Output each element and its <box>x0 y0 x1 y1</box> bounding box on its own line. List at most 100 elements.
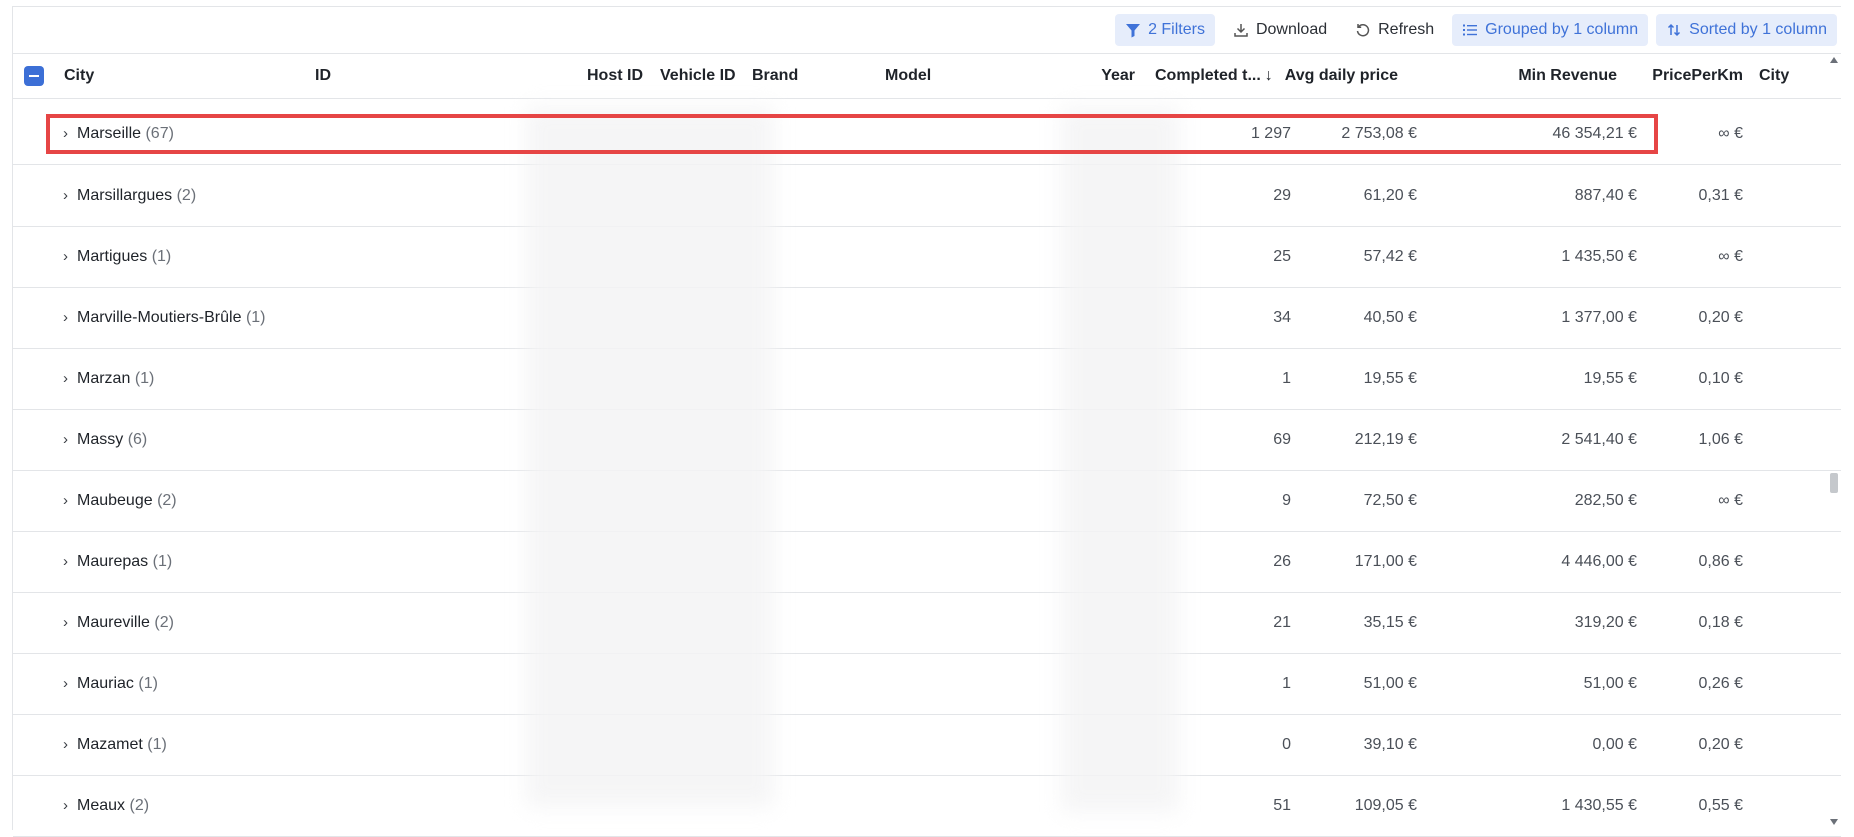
table-row[interactable]: › Martigues (1) 25 57,42 € 1 435,50 € ∞ € <box>13 226 1841 288</box>
scroll-down-icon[interactable] <box>1830 819 1838 825</box>
avg-daily-price-cell: 72,50 € <box>1363 492 1417 509</box>
list-icon <box>1463 24 1478 36</box>
group-cell[interactable]: › Meaux (2) <box>63 775 149 836</box>
min-revenue-cell: 319,20 € <box>1574 614 1637 631</box>
table-row[interactable]: › Meaux (2) 51 109,05 € 1 430,55 € 0,55 € <box>13 775 1841 837</box>
group-count: (1) <box>152 553 173 570</box>
table-row[interactable]: › Marville-Moutiers-Brûle (1) 34 40,50 € … <box>13 287 1841 349</box>
group-count: (1) <box>134 370 155 387</box>
table-row[interactable]: › Mauriac (1) 1 51,00 € 51,00 € 0,26 € <box>13 653 1841 715</box>
group-cell[interactable]: › Massy (6) <box>63 409 147 470</box>
avg-daily-price-cell: 57,42 € <box>1363 248 1417 265</box>
group-cell[interactable]: › Marville-Moutiers-Brûle (1) <box>63 287 266 348</box>
chevron-right-icon[interactable]: › <box>63 226 77 287</box>
group-count: (1) <box>151 248 172 265</box>
table-row[interactable]: › Maurepas (1) 26 171,00 € 4 446,00 € 0,8… <box>13 531 1841 593</box>
download-label: Download <box>1255 21 1328 38</box>
vertical-scrollbar[interactable] <box>1827 53 1841 829</box>
group-cell[interactable]: › Marseille (67) <box>63 103 174 164</box>
group-cell[interactable]: › Martigues (1) <box>63 226 171 287</box>
chevron-right-icon[interactable]: › <box>63 103 77 164</box>
group-cell[interactable]: › Marzan (1) <box>63 348 154 409</box>
table-row[interactable]: › Mazamet (1) 0 39,10 € 0,00 € 0,20 € <box>13 714 1841 776</box>
table-row[interactable]: › Marseille (67) 1 297 2 753,08 € 46 354,… <box>13 103 1841 165</box>
chevron-right-icon[interactable]: › <box>63 287 77 348</box>
table-row[interactable]: › Maubeuge (2) 9 72,50 € 282,50 € ∞ € <box>13 470 1841 532</box>
group-city: Marville-Moutiers-Brûle <box>77 309 242 326</box>
chevron-right-icon[interactable]: › <box>63 592 77 653</box>
refresh-icon <box>1356 24 1370 37</box>
group-cell[interactable]: › Mauriac (1) <box>63 653 158 714</box>
group-city: Martigues <box>77 248 148 265</box>
avg-daily-price-cell: 212,19 € <box>1354 431 1417 448</box>
price-per-km-cell: 0,18 € <box>1698 614 1743 631</box>
chevron-right-icon[interactable]: › <box>63 775 77 836</box>
column-header-city[interactable]: City <box>64 54 94 98</box>
completed-cell: 69 <box>1273 431 1291 448</box>
min-revenue-cell: 1 430,55 € <box>1561 797 1637 814</box>
column-header-price-per-km[interactable]: PricePerKm <box>1623 54 1743 98</box>
column-header-host-id[interactable]: Host ID <box>587 54 643 98</box>
grid-toolbar: 2 Filters Download Refresh Grouped by 1 … <box>13 7 1841 54</box>
group-city: Massy <box>77 431 124 448</box>
min-revenue-cell: 51,00 € <box>1583 675 1637 692</box>
group-city: Marseille <box>77 125 142 142</box>
refresh-button[interactable]: Refresh <box>1345 14 1444 46</box>
completed-cell: 51 <box>1273 797 1291 814</box>
table-row[interactable]: › Marzan (1) 1 19,55 € 19,55 € 0,10 € <box>13 348 1841 410</box>
chevron-right-icon[interactable]: › <box>63 470 77 531</box>
chevron-right-icon[interactable]: › <box>63 653 77 714</box>
download-button[interactable]: Download <box>1223 14 1337 46</box>
group-city: Maurepas <box>77 553 149 570</box>
group-cell[interactable]: › Maubeuge (2) <box>63 470 177 531</box>
column-header-min-revenue[interactable]: Min Revenue <box>1413 54 1617 98</box>
chevron-right-icon[interactable]: › <box>63 714 77 775</box>
group-count: (6) <box>127 431 148 448</box>
group-city: Meaux <box>77 797 126 814</box>
table-row[interactable]: › Maureville (2) 21 35,15 € 319,20 € 0,18… <box>13 592 1841 654</box>
price-per-km-cell: 0,20 € <box>1698 309 1743 326</box>
group-city: Marzan <box>77 370 131 387</box>
avg-daily-price-cell: 171,00 € <box>1354 553 1417 570</box>
sort-icon <box>1668 23 1681 37</box>
avg-daily-price-cell: 39,10 € <box>1363 736 1417 753</box>
chevron-right-icon[interactable]: › <box>63 348 77 409</box>
group-cell[interactable]: › Marsillargues (2) <box>63 165 196 226</box>
group-cell[interactable]: › Maureville (2) <box>63 592 174 653</box>
column-header-vehicle-id[interactable]: Vehicle ID <box>660 54 736 98</box>
scroll-up-icon[interactable] <box>1830 57 1838 63</box>
column-header-year[interactable]: Year <box>1013 54 1135 98</box>
table-row[interactable]: › Marsillargues (2) 29 61,20 € 887,40 € 0… <box>13 165 1841 227</box>
redacted-region <box>1061 107 1179 812</box>
group-cell[interactable]: › Mazamet (1) <box>63 714 167 775</box>
min-revenue-cell: 46 354,21 € <box>1552 125 1637 142</box>
avg-daily-price-cell: 109,05 € <box>1354 797 1417 814</box>
column-header-avg-daily-price[interactable]: Avg daily price <box>1213 54 1398 98</box>
column-header-model[interactable]: Model <box>885 54 931 98</box>
column-header-brand[interactable]: Brand <box>752 54 798 98</box>
chevron-right-icon[interactable]: › <box>63 531 77 592</box>
refresh-label: Refresh <box>1378 21 1435 38</box>
completed-cell: 1 297 <box>1250 125 1291 142</box>
min-revenue-cell: 887,40 € <box>1574 187 1637 204</box>
avg-daily-price-cell: 40,50 € <box>1363 309 1417 326</box>
group-city: Mazamet <box>77 736 143 753</box>
chevron-right-icon[interactable]: › <box>63 409 77 470</box>
select-all-checkbox[interactable] <box>24 66 44 86</box>
price-per-km-cell: 0,86 € <box>1698 553 1743 570</box>
sorted-button[interactable]: Sorted by 1 column <box>1656 14 1837 46</box>
filter-icon <box>1126 24 1141 38</box>
price-per-km-cell: ∞ € <box>1718 248 1743 265</box>
table-row[interactable]: › Massy (6) 69 212,19 € 2 541,40 € 1,06 € <box>13 409 1841 471</box>
column-header-id[interactable]: ID <box>315 54 331 98</box>
avg-daily-price-cell: 19,55 € <box>1363 370 1417 387</box>
min-revenue-cell: 282,50 € <box>1574 492 1637 509</box>
filters-button[interactable]: 2 Filters <box>1115 14 1215 46</box>
scroll-thumb[interactable] <box>1830 473 1838 493</box>
min-revenue-cell: 4 446,00 € <box>1561 553 1637 570</box>
chevron-right-icon[interactable]: › <box>63 165 77 226</box>
grouped-button[interactable]: Grouped by 1 column <box>1452 14 1649 46</box>
column-header-city-secondary[interactable]: City <box>1759 54 1789 98</box>
group-cell[interactable]: › Maurepas (1) <box>63 531 172 592</box>
group-count: (1) <box>138 675 158 692</box>
